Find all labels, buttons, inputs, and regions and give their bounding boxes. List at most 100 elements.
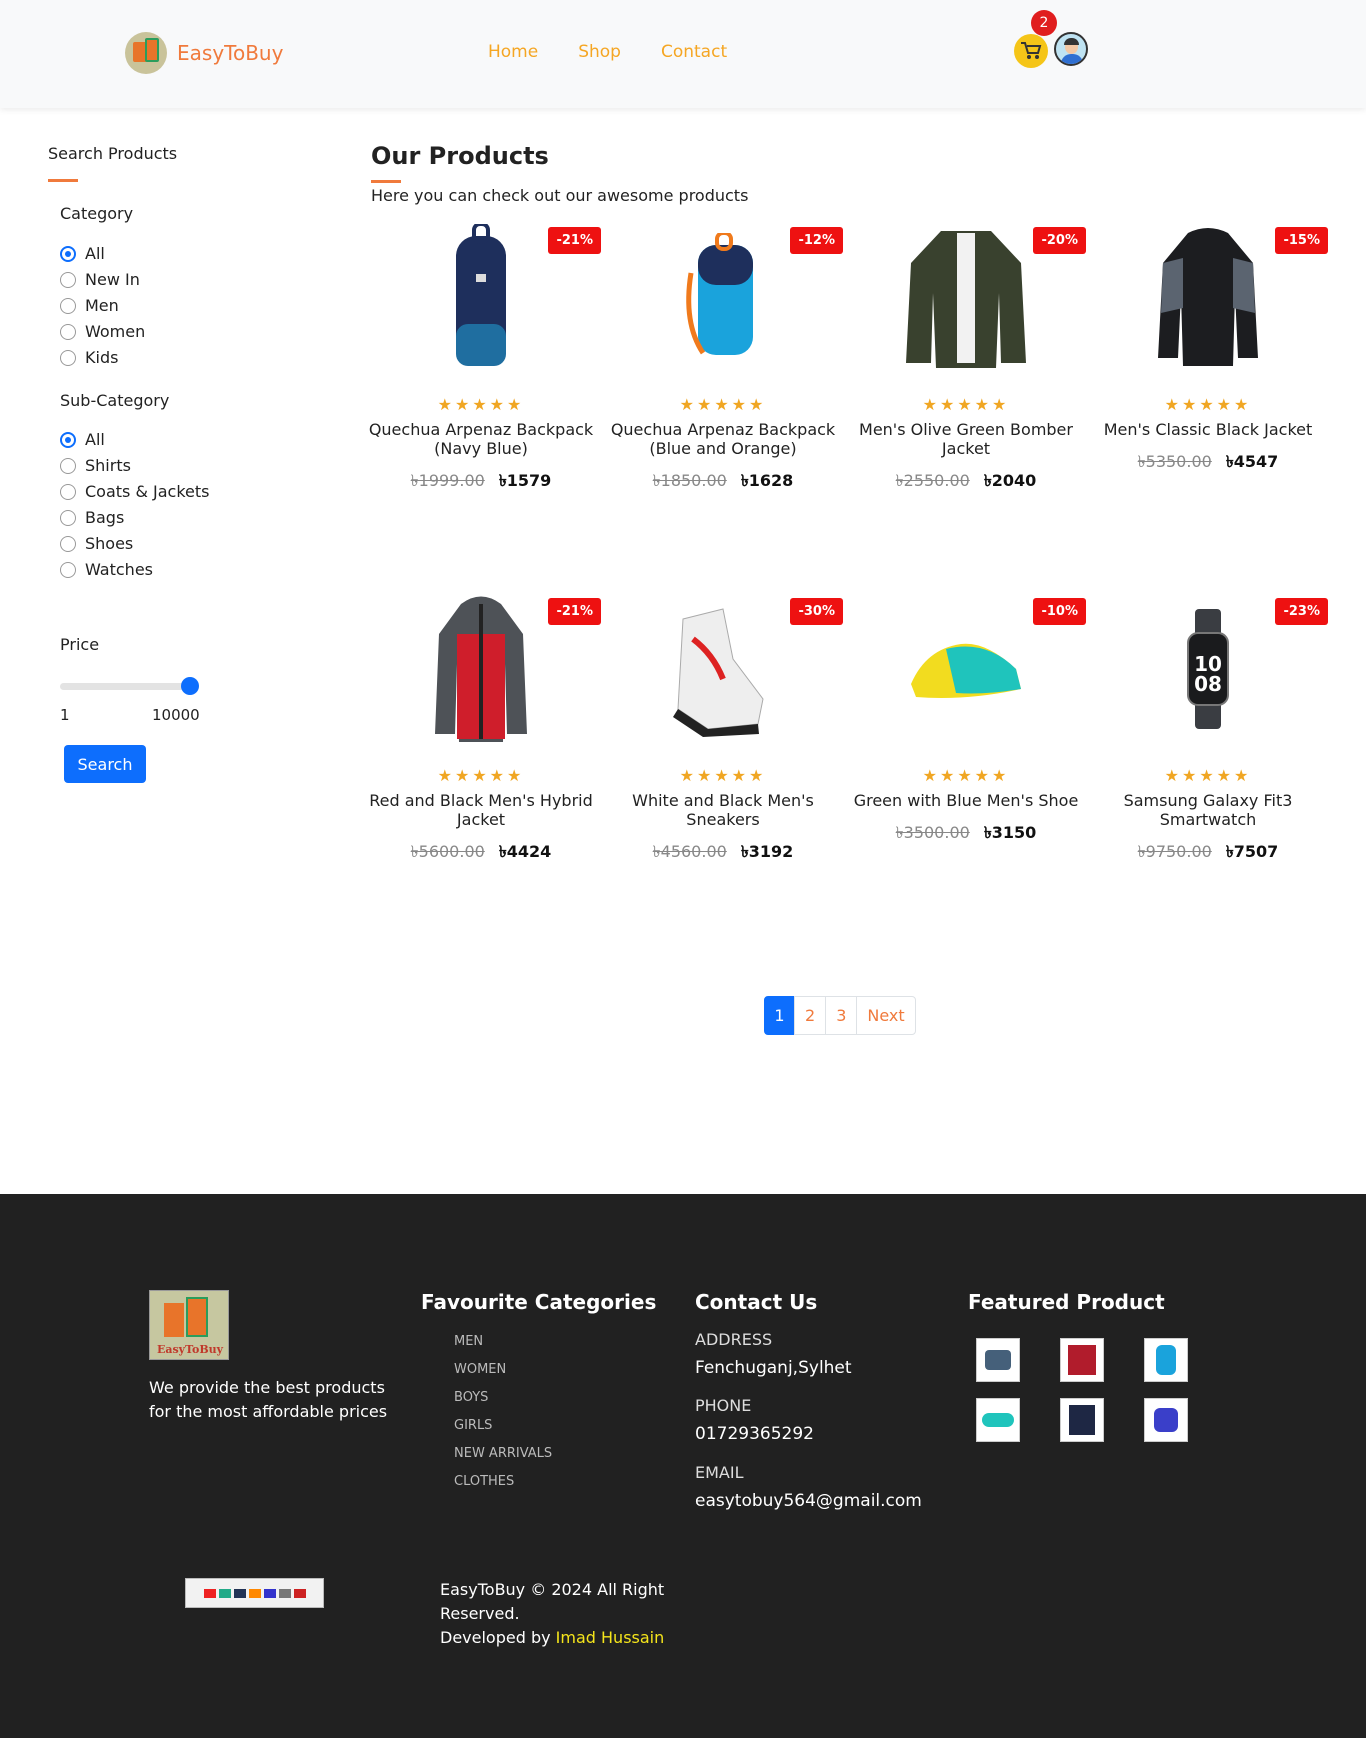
product-name[interactable]: Quechua Arpenaz Backpack (Blue and Orang… [603, 420, 843, 458]
shoe-icon [982, 1413, 1014, 1427]
new-price: ৳2040 [983, 471, 1037, 490]
nav-home[interactable]: Home [488, 42, 538, 62]
nav-shop[interactable]: Shop [578, 42, 621, 62]
featured-jacket-thumb[interactable] [1060, 1398, 1104, 1442]
product-name[interactable]: Quechua Arpenaz Backpack (Navy Blue) [361, 420, 601, 458]
featured-shirt-thumb[interactable] [1060, 1338, 1104, 1382]
product-name[interactable]: Samsung Galaxy Fit3 Smartwatch [1088, 791, 1328, 829]
cart-icon [1021, 42, 1042, 59]
address-value: Fenchuganj,Sylhet [695, 1358, 852, 1378]
product-card[interactable]: -30% ★★★★★ White and Black Men's Sneaker… [603, 594, 843, 866]
featured-handbag-thumb[interactable] [976, 1338, 1020, 1382]
featured-backpack-thumb[interactable] [1144, 1338, 1188, 1382]
discount-badge: -15% [1275, 227, 1328, 254]
product-card[interactable]: -12% ★★★★★ Quechua Arpenaz Backpack (Blu… [603, 223, 843, 495]
page-1[interactable]: 1 [764, 996, 795, 1035]
discount-badge: -21% [548, 598, 601, 625]
category-radio-all[interactable]: All [60, 244, 105, 263]
phone-label: PHONE [695, 1396, 752, 1415]
old-price: ৳4560.00 [652, 842, 727, 861]
discount-badge: -10% [1033, 598, 1086, 625]
fav-category-link[interactable]: NEW ARRIVALS [454, 1446, 552, 1474]
subcategory-radio-watches[interactable]: Watches [60, 560, 153, 579]
category-radio-men[interactable]: Men [60, 296, 119, 315]
product-card[interactable]: -15% ★★★★★ Men's Classic Black Jacket ৳5… [1088, 223, 1328, 476]
price-max: 10000 [152, 706, 200, 724]
new-price: ৳7507 [1225, 842, 1279, 861]
copyright-text: EasyToBuy © 2024 All Right Reserved. [440, 1580, 665, 1623]
product-name[interactable]: Men's Olive Green Bomber Jacket [846, 420, 1086, 458]
fav-category-link[interactable]: CLOTHES [454, 1474, 552, 1502]
fav-category-link[interactable]: WOMEN [454, 1362, 552, 1390]
shirt-icon [1068, 1345, 1096, 1375]
email-label: EMAIL [695, 1463, 744, 1482]
email-value[interactable]: easytobuy564@gmail.com [695, 1491, 922, 1511]
payment-methods-image [185, 1578, 324, 1608]
cart-button[interactable] [1014, 34, 1048, 68]
product-card[interactable]: -10% ★★★★★ Green with Blue Men's Shoe ৳3… [846, 594, 1086, 847]
developer-link[interactable]: Imad Hussain [556, 1628, 665, 1647]
site-footer: EasyToBuy We provide the best products f… [0, 1194, 1366, 1738]
featured-watch-thumb[interactable] [1144, 1398, 1188, 1442]
nav-contact[interactable]: Contact [661, 42, 727, 62]
search-button[interactable]: Search [64, 745, 146, 783]
subcategory-heading: Sub-Category [60, 391, 170, 410]
developed-by-label: Developed by [440, 1628, 551, 1647]
page-3[interactable]: 3 [825, 996, 858, 1035]
shopping-bags-logo-icon [125, 32, 167, 74]
product-card[interactable]: -23% 10 08 ★★★★★ Samsung Galaxy Fit3 Smar… [1088, 594, 1328, 866]
page-2[interactable]: 2 [794, 996, 827, 1035]
subcategory-radio-bags[interactable]: Bags [60, 508, 124, 527]
discount-badge: -23% [1275, 598, 1328, 625]
price-slider-thumb[interactable] [181, 677, 199, 695]
backpack-icon [1156, 1345, 1176, 1375]
price-heading: Price [60, 635, 100, 654]
product-card[interactable]: -21% ★★★★★ Red and Black Men's Hybrid Ja… [361, 594, 601, 866]
subcategory-radio-shirts[interactable]: Shirts [60, 456, 131, 475]
rating-stars: ★★★★★ [1164, 395, 1252, 414]
subcategory-radio-shoes[interactable]: Shoes [60, 534, 133, 553]
product-name[interactable]: Red and Black Men's Hybrid Jacket [361, 791, 601, 829]
product-card[interactable]: -20% ★★★★★ Men's Olive Green Bomber Jack… [846, 223, 1086, 495]
discount-badge: -21% [548, 227, 601, 254]
new-price: ৳4424 [498, 842, 552, 861]
product-name[interactable]: Green with Blue Men's Shoe [846, 791, 1086, 810]
fav-category-link[interactable]: GIRLS [454, 1418, 552, 1446]
shoe-green-icon [911, 643, 1021, 698]
page-subtitle: Here you can check out our awesome produ… [371, 186, 749, 205]
handbag-icon [985, 1350, 1011, 1370]
backpack-navy-icon [456, 224, 506, 366]
subcategory-radio-coats[interactable]: Coats & Jackets [60, 482, 210, 501]
price-min: 1 [60, 706, 70, 724]
new-price: ৳3192 [740, 842, 794, 861]
featured-shoe-thumb[interactable] [976, 1398, 1020, 1442]
filter-sidebar: Search Products Category All New In Men … [48, 144, 308, 783]
footer-logo: EasyToBuy [149, 1290, 229, 1360]
featured-thumbnails [976, 1338, 1188, 1442]
rating-stars: ★★★★★ [679, 766, 767, 785]
old-price: ৳3500.00 [895, 823, 970, 842]
price-slider-track[interactable] [60, 683, 196, 690]
category-radio-women[interactable]: Women [60, 322, 145, 341]
fav-category-link[interactable]: MEN [454, 1334, 552, 1362]
old-price: ৳5600.00 [410, 842, 485, 861]
jacket-green-icon [906, 231, 1026, 368]
subcategory-radio-all[interactable]: All [60, 430, 105, 449]
old-price: ৳2550.00 [895, 471, 970, 490]
category-radio-new-in[interactable]: New In [60, 270, 140, 289]
product-card[interactable]: -21% ★★★★★ Quechua Arpenaz Backpack (Nav… [361, 223, 601, 495]
fav-category-link[interactable]: BOYS [454, 1390, 552, 1418]
product-name[interactable]: Men's Classic Black Jacket [1088, 420, 1328, 439]
rating-stars: ★★★★★ [437, 395, 525, 414]
rating-stars: ★★★★★ [1164, 766, 1252, 785]
discount-badge: -20% [1033, 227, 1086, 254]
rating-stars: ★★★★★ [922, 766, 1010, 785]
user-avatar[interactable] [1054, 32, 1088, 66]
brand-logo[interactable]: EasyToBuy [125, 32, 283, 74]
page-next[interactable]: Next [856, 996, 916, 1035]
old-price: ৳1999.00 [410, 471, 485, 490]
category-radio-kids[interactable]: Kids [60, 348, 118, 367]
brand-name[interactable]: EasyToBuy [177, 41, 283, 65]
new-price: ৳1628 [740, 471, 794, 490]
product-name[interactable]: White and Black Men's Sneakers [603, 791, 843, 829]
